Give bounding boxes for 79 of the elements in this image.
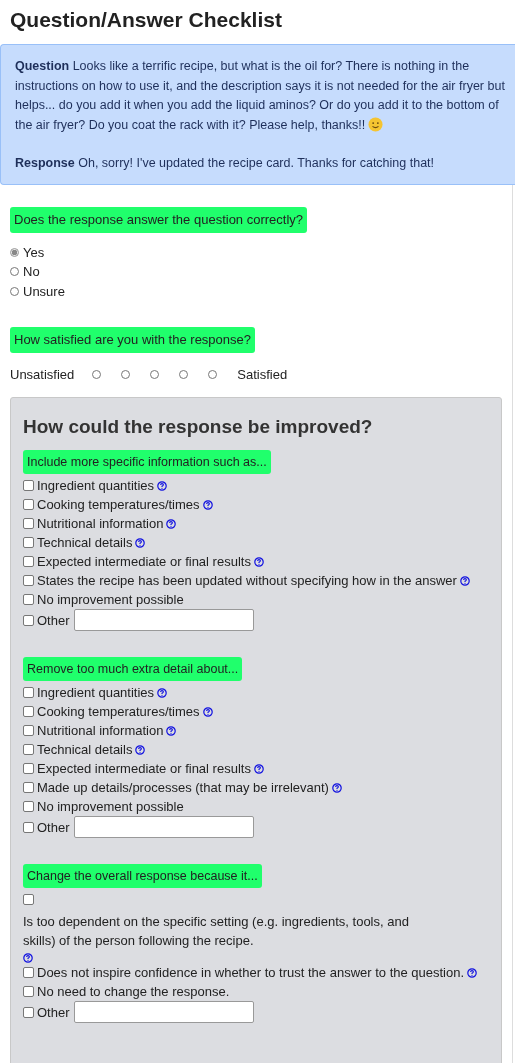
help-icon[interactable]: [202, 499, 213, 510]
checkbox[interactable]: [23, 687, 34, 698]
radio-label: Yes: [23, 244, 45, 260]
radio-label: Unsure: [23, 283, 65, 299]
checkbox[interactable]: [23, 986, 34, 997]
checkbox-label: Nutritional information: [37, 516, 164, 531]
checkbox-label: No improvement possible: [37, 799, 184, 814]
checkbox[interactable]: [23, 744, 34, 755]
scale-label: Unsatisfied: [10, 367, 75, 382]
checkbox-label: Expected intermediate or final results: [37, 761, 251, 776]
help-icon[interactable]: [135, 744, 146, 755]
group-prompt: Remove too much extra detail about...: [23, 657, 243, 681]
input-field[interactable]: [73, 609, 254, 631]
checkbox-label: Nutritional information: [37, 723, 164, 738]
page-title: Question/Answer Checklist: [9, 7, 283, 33]
checkbox-label: Other: [37, 612, 70, 628]
checkbox[interactable]: [23, 594, 34, 605]
radio-button[interactable]: [208, 370, 218, 379]
checkbox[interactable]: [23, 706, 34, 717]
input-field[interactable]: [73, 816, 254, 838]
help-icon[interactable]: [467, 967, 478, 978]
help-icon[interactable]: [166, 518, 177, 529]
help-icon[interactable]: [331, 782, 342, 793]
checkbox-label: Technical details: [37, 535, 133, 550]
checkbox[interactable]: [23, 821, 34, 833]
radio-label: No: [23, 264, 40, 280]
help-icon[interactable]: [135, 537, 146, 548]
radio-button[interactable]: [150, 370, 160, 379]
checkbox-label: No need to change the response.: [37, 984, 230, 999]
help-icon[interactable]: [157, 687, 168, 698]
checkbox[interactable]: [23, 575, 34, 586]
question-prompt: Does the response answer the question correctly?: [10, 206, 308, 233]
checkbox[interactable]: [23, 499, 34, 510]
help-icon[interactable]: [202, 706, 213, 717]
checkbox[interactable]: [23, 537, 34, 548]
scale-label: Satisfied: [237, 367, 288, 382]
radio-button[interactable]: [10, 247, 19, 257]
checkbox-label: Does not inspire confidence in whether to trust the answer to the question.: [37, 965, 465, 980]
input-field[interactable]: [73, 1001, 254, 1023]
checkbox-label: Cooking temperatures/times: [37, 704, 200, 719]
checkbox-label: No improvement possible: [37, 592, 184, 607]
checkbox-label: Other: [37, 819, 70, 835]
group-prompt: Include more specific information such as...: [23, 450, 271, 474]
checkbox[interactable]: [23, 518, 34, 529]
panel-title: How could the response be improved?: [23, 416, 374, 438]
checkbox[interactable]: [23, 1006, 34, 1018]
checkbox-label: Is too dependent on the specific setting (e.g. ingredients, tools, and skills) of the person following the recipe.: [23, 913, 410, 950]
checkbox-label: Ingredient quantities: [37, 478, 155, 493]
checkbox-label: Made up details/processes (that may be irrelevant): [37, 780, 329, 795]
checkbox[interactable]: [23, 763, 34, 774]
checkbox[interactable]: [23, 801, 34, 812]
checkbox[interactable]: [23, 614, 34, 626]
help-icon[interactable]: [166, 725, 177, 736]
checkbox[interactable]: [23, 556, 34, 567]
help-icon[interactable]: [253, 556, 264, 567]
checkbox[interactable]: [23, 782, 34, 793]
checkbox[interactable]: [23, 725, 34, 736]
help-icon[interactable]: [253, 763, 264, 774]
radio-button[interactable]: [179, 370, 189, 379]
radio-button[interactable]: [121, 370, 131, 379]
checkbox[interactable]: [23, 480, 34, 491]
help-icon[interactable]: [23, 953, 33, 963]
help-icon[interactable]: [157, 480, 168, 491]
checkbox-label: Ingredient quantities: [37, 685, 155, 700]
qa-paragraph: Response Oh, sorry! I've updated the recipe card. Thanks for catching that!: [15, 155, 436, 172]
checkbox-label: Expected intermediate or final results: [37, 554, 251, 569]
help-icon[interactable]: [459, 575, 470, 586]
checkbox-label: Technical details: [37, 742, 133, 757]
qa-paragraph: Question Looks like a terrific recipe, but what is the oil for? There is nothing in the instructions on how to use it, and the description says it is not needed for the air fryer but helps... do you add it when you add the liquid aminos? Or do you add it to the bottom of the air fryer? Do you coat the rack with it? Please help, thanks!!: [15, 58, 505, 134]
checkbox-label: States the recipe has been updated without specifying how in the answer: [37, 573, 457, 588]
question-prompt: How satisfied are you with the response?: [10, 327, 255, 353]
checkbox-label: Cooking temperatures/times: [37, 497, 200, 512]
radio-button[interactable]: [10, 267, 19, 277]
radio-button[interactable]: [10, 286, 19, 296]
checkbox[interactable]: [23, 894, 34, 905]
group-prompt: Change the overall response because it...: [23, 864, 262, 888]
radio-button[interactable]: [92, 370, 102, 379]
checkbox-label: Other: [37, 1004, 70, 1020]
checkbox[interactable]: [23, 967, 34, 978]
